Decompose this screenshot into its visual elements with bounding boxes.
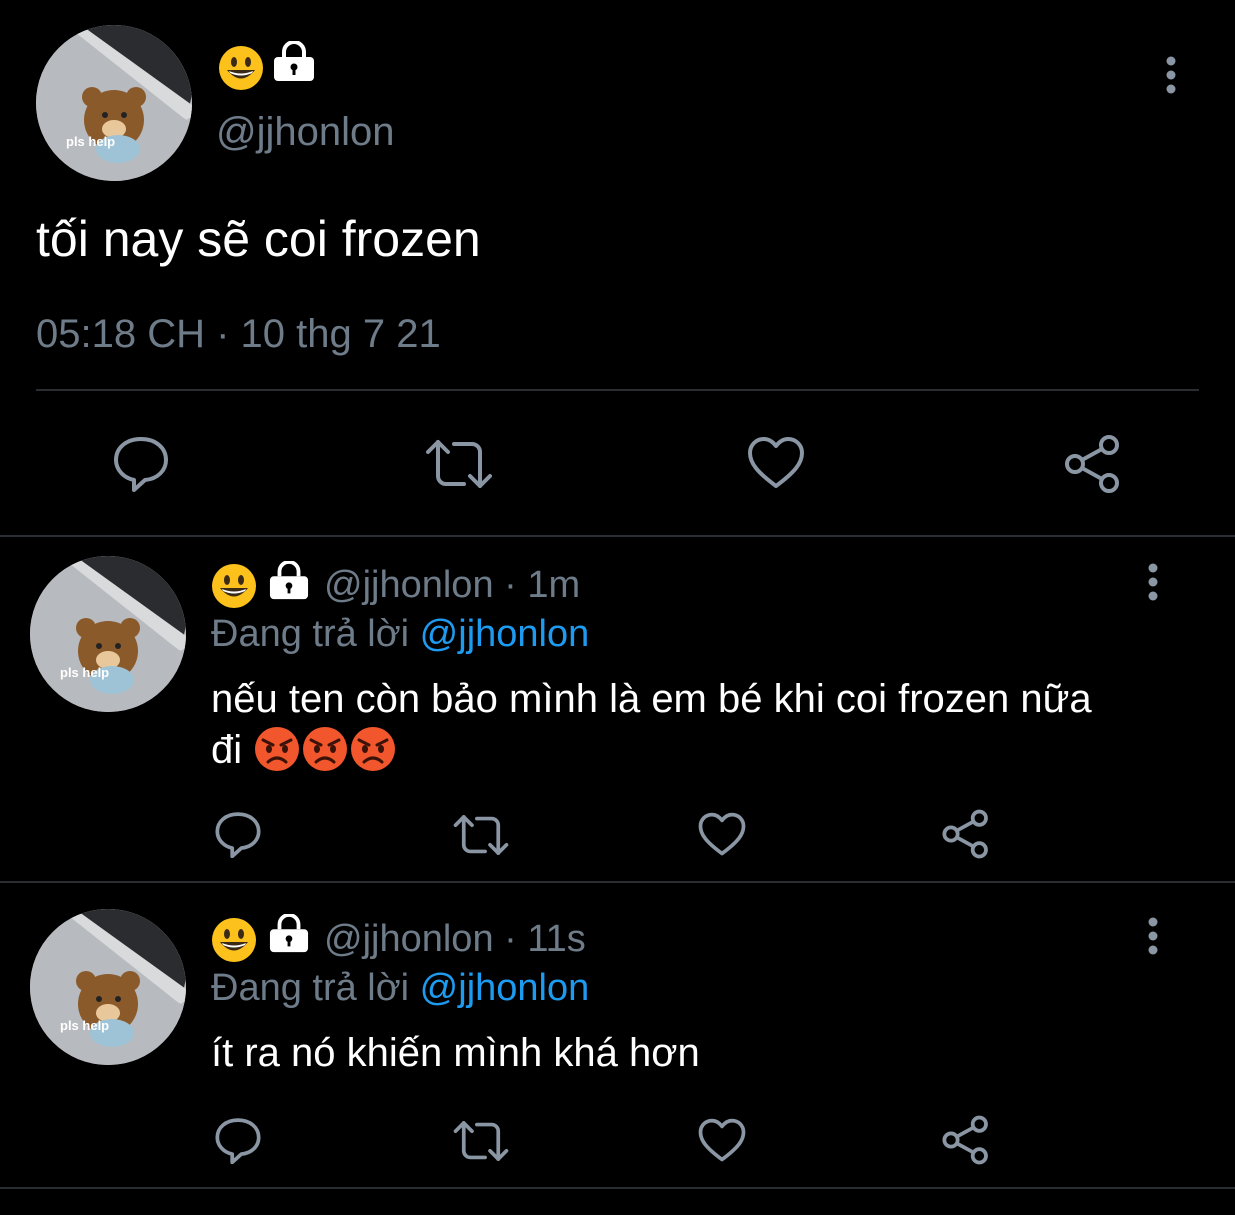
- divider: [0, 881, 1235, 883]
- lock-icon: [268, 561, 310, 601]
- reply-handle-time[interactable]: @jjhonlon · 11s: [324, 918, 586, 961]
- replying-to-link[interactable]: @jjhonlon: [420, 613, 590, 655]
- replying-prefix: Đang trả lời: [211, 967, 410, 1009]
- replying-prefix: Đang trả lời: [211, 613, 410, 655]
- avatar[interactable]: pls help: [30, 909, 186, 1065]
- more-options-icon[interactable]: [1142, 563, 1164, 603]
- reply-icon[interactable]: [214, 1116, 262, 1164]
- more-options-icon[interactable]: [1160, 56, 1182, 96]
- avatar-caption: pls help: [66, 134, 116, 149]
- reply-icon[interactable]: [112, 434, 170, 492]
- angry-emoji: [302, 726, 350, 774]
- lock-icon: [272, 41, 316, 83]
- tweet-timestamp[interactable]: 05:18 CH · 10 thg 7 21: [36, 312, 441, 357]
- angry-emoji: [254, 726, 302, 774]
- avatar-caption: pls help: [60, 665, 110, 680]
- share-icon[interactable]: [1063, 434, 1123, 494]
- angry-emoji: [350, 726, 398, 774]
- reply-icon[interactable]: [214, 810, 262, 858]
- reply-text-line2: đi: [211, 726, 398, 774]
- tweet-text: tối nay sẽ coi frozen: [36, 211, 481, 267]
- reply-text: ít ra nó khiến mình khá hơn: [211, 1031, 700, 1075]
- user-handle[interactable]: @jjhonlon: [216, 110, 395, 155]
- retweet-icon[interactable]: [424, 436, 494, 492]
- divider: [36, 389, 1199, 391]
- like-icon[interactable]: [747, 436, 805, 490]
- avatar[interactable]: pls help: [36, 25, 192, 181]
- lock-icon: [268, 914, 310, 954]
- divider: [0, 1187, 1235, 1189]
- share-icon[interactable]: [941, 1115, 991, 1165]
- like-icon[interactable]: [698, 812, 746, 857]
- grinning-emoji: [211, 563, 257, 609]
- replying-to-link[interactable]: @jjhonlon: [420, 967, 590, 1009]
- share-icon[interactable]: [941, 809, 991, 859]
- replying-to-line: Đang trả lời @jjhonlon: [211, 613, 589, 656]
- retweet-icon[interactable]: [452, 1118, 510, 1164]
- grinning-emoji: [211, 917, 257, 963]
- reply-text: nếu ten còn bảo mình là em bé khi coi fr…: [211, 677, 1092, 721]
- divider: [0, 535, 1235, 537]
- like-icon[interactable]: [698, 1118, 746, 1163]
- replying-to-line: Đang trả lời @jjhonlon: [211, 967, 589, 1010]
- reply-handle-time[interactable]: @jjhonlon · 1m: [324, 564, 580, 607]
- grinning-emoji: [218, 45, 264, 91]
- avatar-caption: pls help: [60, 1018, 110, 1033]
- avatar[interactable]: pls help: [30, 556, 186, 712]
- reply-text-cont: đi: [211, 727, 243, 772]
- more-options-icon[interactable]: [1142, 917, 1164, 957]
- retweet-icon[interactable]: [452, 812, 510, 858]
